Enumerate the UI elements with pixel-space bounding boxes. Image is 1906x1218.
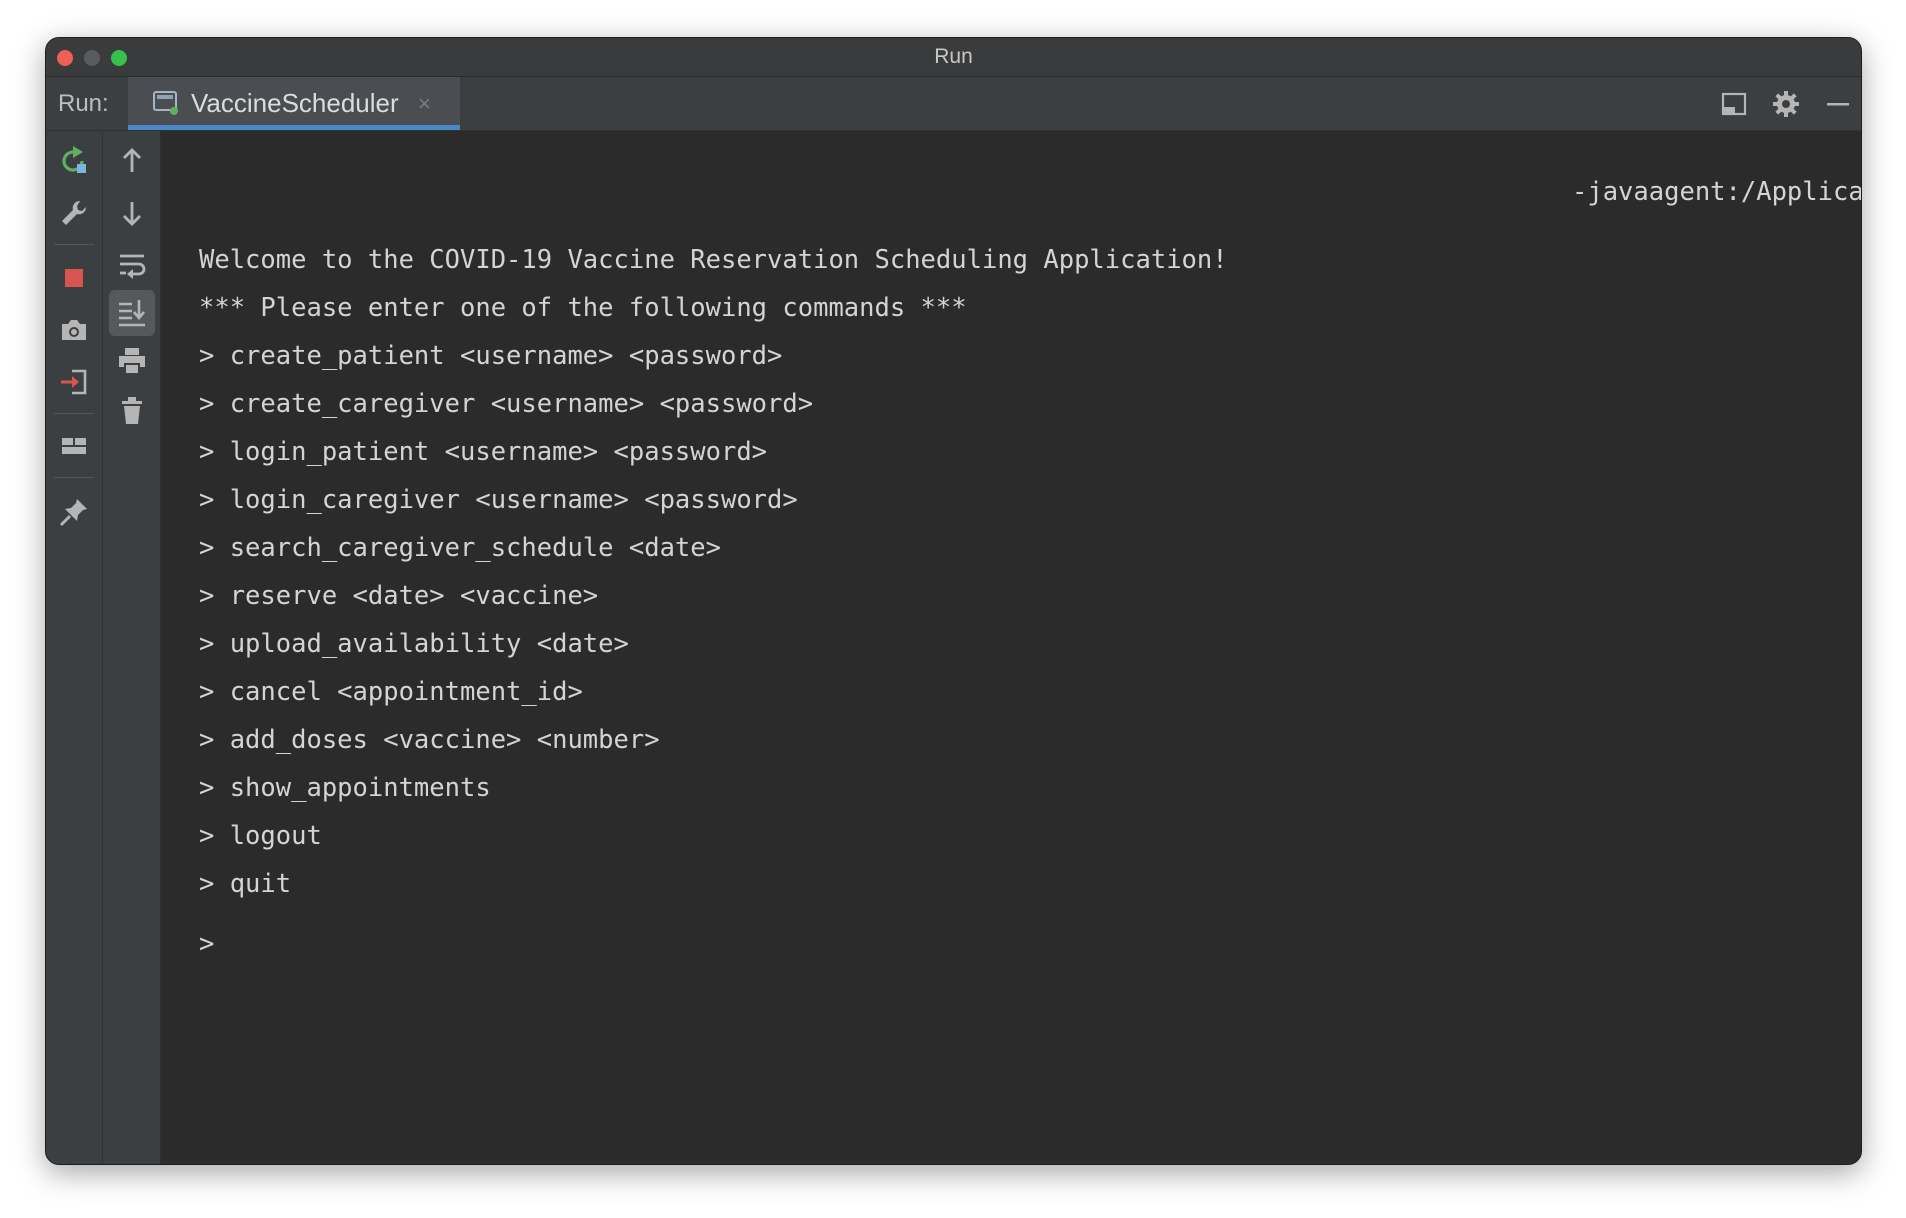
arrow-down-icon[interactable] <box>114 195 150 231</box>
rerun-icon[interactable] <box>56 143 92 179</box>
toolbar-separator <box>54 244 94 245</box>
javaagent-text: -javaagent:/Applicati <box>1572 177 1861 207</box>
layout-grid-icon[interactable] <box>56 428 92 464</box>
command-line: > add_doses <vaccine> <number> <box>199 725 660 755</box>
command-line: > create_caregiver <username> <password> <box>199 389 814 419</box>
trash-icon[interactable] <box>114 393 150 429</box>
command-line: > create_patient <username> <password> <box>199 341 783 371</box>
tab-label: VaccineScheduler <box>191 88 399 118</box>
login-icon[interactable] <box>56 364 92 400</box>
command-line: > logout <box>199 821 322 851</box>
arrow-up-icon[interactable] <box>114 143 150 179</box>
stop-icon[interactable] <box>56 260 92 296</box>
camera-icon[interactable] <box>56 312 92 348</box>
console-toolbar <box>103 131 161 1164</box>
command-line: > upload_availability <date> <box>199 629 629 659</box>
title-bar: Run <box>46 38 1861 77</box>
run-config-icon <box>152 90 180 116</box>
console-output[interactable]: -javaagent:/Applicati Welcome to the COV… <box>161 131 1861 1164</box>
instructions-line: *** Please enter one of the following co… <box>199 293 967 323</box>
input-prompt[interactable]: > <box>199 929 214 959</box>
command-line: > search_caregiver_schedule <date> <box>199 533 721 563</box>
run-window: Run Run: VaccineScheduler × -javaagent:/… <box>45 37 1862 1165</box>
print-icon[interactable] <box>114 343 150 379</box>
command-line: > show_appointments <box>199 773 491 803</box>
soft-wrap-icon[interactable] <box>114 247 150 283</box>
wrench-icon[interactable] <box>56 195 92 231</box>
command-line: > cancel <appointment_id> <box>199 677 583 707</box>
run-actions-toolbar <box>46 131 103 1164</box>
toolbar-separator <box>54 477 94 478</box>
command-line: > quit <box>199 869 292 899</box>
pin-icon[interactable] <box>56 494 92 530</box>
run-toolbar: Run: VaccineScheduler × <box>46 77 1861 131</box>
tab-close-button[interactable]: × <box>418 77 431 130</box>
minimize-panel-icon[interactable] <box>1823 89 1853 119</box>
command-line: > reserve <date> <vaccine> <box>199 581 599 611</box>
layout-icon[interactable] <box>1719 89 1749 119</box>
toolbar-separator <box>54 413 94 414</box>
run-label: Run: <box>58 90 109 117</box>
gear-icon[interactable] <box>1771 89 1801 119</box>
command-line: > login_patient <username> <password> <box>199 437 768 467</box>
window-title: Run <box>934 45 973 68</box>
welcome-line: Welcome to the COVID-19 Vaccine Reservat… <box>199 245 1228 275</box>
scroll-to-end-toggle[interactable] <box>109 290 155 336</box>
command-line: > login_caregiver <username> <password> <box>199 485 798 515</box>
